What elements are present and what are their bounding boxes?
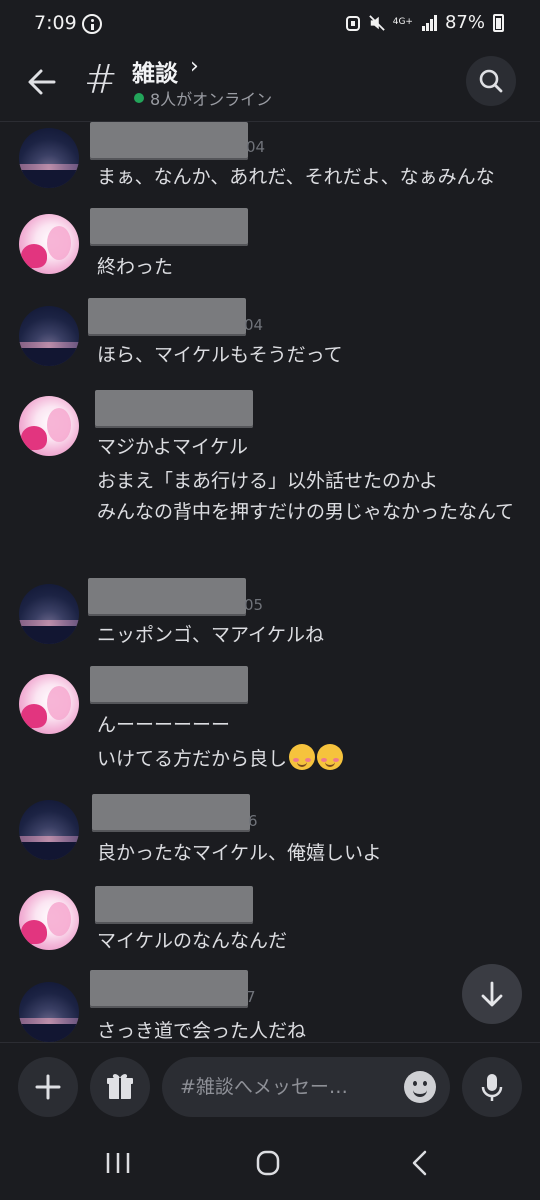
- timestamp-fragment: 7: [246, 988, 256, 1006]
- online-status-dot: [134, 93, 144, 103]
- battery-percent: 87%: [444, 12, 485, 33]
- voice-message-button[interactable]: [462, 1057, 522, 1117]
- jump-to-latest-button[interactable]: [462, 964, 522, 1024]
- arrow-left-icon[interactable]: [22, 62, 62, 102]
- redacted-username: [88, 578, 246, 616]
- chevron-right-icon[interactable]: ›: [190, 54, 199, 79]
- battery-icon: [493, 13, 504, 32]
- message-text-inline: いけてる方だから良し: [97, 748, 288, 770]
- avatar[interactable]: [19, 128, 79, 188]
- relieved-emoji-icon: [289, 744, 316, 770]
- avatar[interactable]: [19, 982, 79, 1042]
- message-text: まぁ、なんか、あれだ、それだよ、なぁみんな: [97, 166, 495, 188]
- search-icon: [479, 69, 503, 93]
- redacted-username: [90, 666, 248, 704]
- redacted-username: [90, 122, 248, 160]
- channel-header: # 雑談 › 8人がオンライン: [0, 48, 540, 122]
- redacted-username: [90, 208, 248, 246]
- status-bar: 7:09 4G+ 87%: [0, 0, 540, 48]
- message-text: さっき道で会った人だね: [97, 1020, 307, 1042]
- timestamp-fragment: 05: [244, 596, 264, 614]
- discord-channel-screen: 7:09 4G+ 87% # 雑談 › 8人がオンライン 04 まぁ、なんか、あ…: [0, 0, 540, 1200]
- data-saver-icon: [345, 15, 360, 31]
- redacted-username: [88, 298, 246, 336]
- message-text: 終わった: [97, 256, 174, 278]
- relieved-emoji-icon: [317, 744, 344, 770]
- status-time: 7:09: [34, 12, 77, 34]
- avatar[interactable]: [19, 306, 79, 366]
- message-text: マイケルのなんなんだ: [97, 930, 288, 952]
- message-text: いけてる方だから良し: [97, 744, 344, 771]
- arrow-down-icon: [481, 981, 503, 1007]
- home-icon[interactable]: [248, 1148, 288, 1178]
- message-text: ほら、マイケルもそうだって: [97, 344, 343, 366]
- signal-icon: [421, 14, 437, 31]
- timestamp-fragment: 04: [246, 138, 266, 156]
- chevron-left-icon[interactable]: [400, 1148, 440, 1178]
- message-list[interactable]: 04 まぁ、なんか、あれだ、それだよ、なぁみんな 終わった 04 ほら、マイケル…: [0, 122, 540, 1042]
- avatar[interactable]: [19, 800, 79, 860]
- message-input-container[interactable]: [162, 1057, 450, 1117]
- plus-icon: [35, 1074, 61, 1100]
- message-input[interactable]: [180, 1057, 400, 1117]
- status-indicators: 4G+ 87%: [345, 12, 504, 33]
- channel-title[interactable]: 雑談: [132, 54, 178, 88]
- avatar[interactable]: [19, 214, 79, 274]
- mute-icon: [368, 14, 385, 31]
- message-text: ニッポンゴ、マアイケルね: [97, 624, 325, 646]
- network-type: 4G+: [392, 17, 413, 27]
- timestamp-fragment: 04: [244, 316, 264, 334]
- message-text: おまえ「まあ行ける」以外話せたのかよ: [97, 470, 439, 492]
- redacted-username: [95, 390, 253, 428]
- gift-button[interactable]: [90, 1057, 150, 1117]
- message-text: んーーーーーー: [97, 714, 231, 736]
- avatar[interactable]: [19, 396, 79, 456]
- redacted-username: [92, 794, 250, 832]
- timestamp-fragment: 6: [248, 812, 258, 830]
- recents-icon[interactable]: [98, 1148, 138, 1178]
- avatar[interactable]: [19, 674, 79, 734]
- microphone-icon: [481, 1074, 503, 1101]
- search-button[interactable]: [466, 56, 516, 106]
- online-count: 8人がオンライン: [150, 90, 273, 109]
- message-text: みんなの背中を押すだけの男じゃなかったなんて: [97, 501, 515, 523]
- message-composer: [0, 1042, 540, 1130]
- avatar[interactable]: [19, 584, 79, 644]
- gift-icon: [107, 1074, 133, 1099]
- system-navigation-bar: [0, 1130, 540, 1200]
- redacted-username: [95, 886, 253, 924]
- emoji-icon[interactable]: [404, 1071, 436, 1103]
- add-attachment-button[interactable]: [18, 1057, 78, 1117]
- channel-hash-icon: #: [84, 57, 118, 103]
- message-text: 良かったなマイケル、俺嬉しいよ: [97, 842, 382, 864]
- info-icon: [82, 14, 102, 34]
- avatar[interactable]: [19, 890, 79, 950]
- redacted-username: [90, 970, 248, 1008]
- message-text: マジかよマイケル: [97, 436, 249, 458]
